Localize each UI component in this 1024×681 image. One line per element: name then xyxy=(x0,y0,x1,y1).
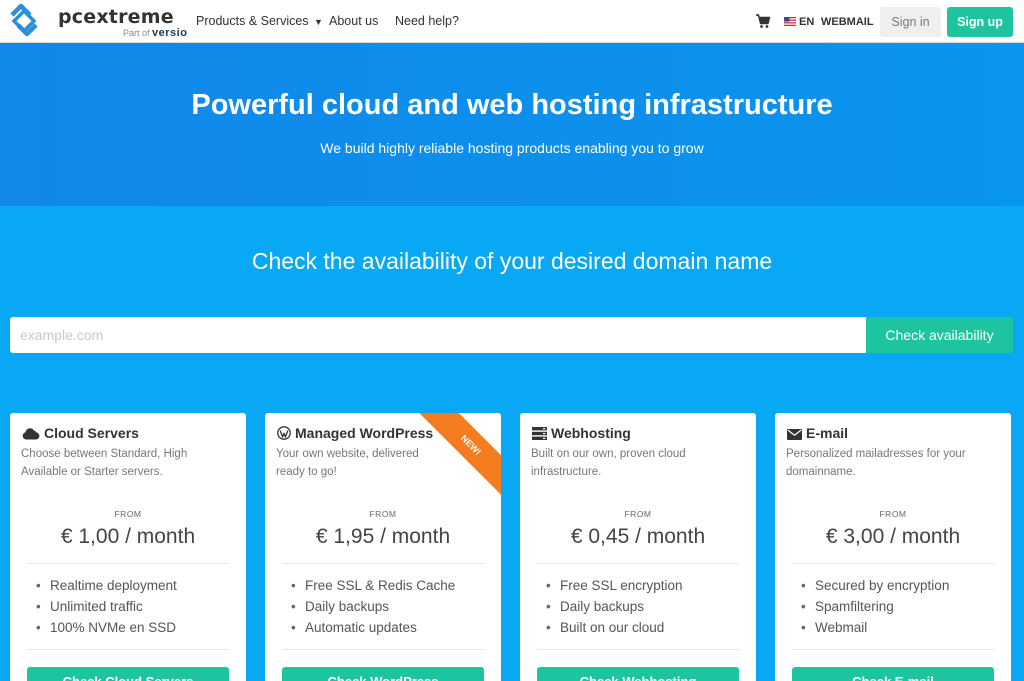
webmail-link[interactable]: WEBMAIL xyxy=(821,16,874,28)
us-flag-icon[interactable] xyxy=(784,17,796,26)
product-card-cloud-servers: Cloud Servers Choose between Standard, H… xyxy=(10,413,246,681)
product-card-email: E-mail Personalized mailadresses for you… xyxy=(775,413,1011,681)
check-webhosting-button[interactable]: Check Webhosting xyxy=(537,667,739,681)
product-card-managed-wordpress: NEW! Managed WordPress Your own website,… xyxy=(265,413,501,681)
price-period: / month xyxy=(635,525,706,548)
server-icon xyxy=(532,427,547,440)
top-navigation-bar: pcextreme Part of versio Products & Serv… xyxy=(0,0,1024,43)
check-cloud-servers-button[interactable]: Check Cloud Servers xyxy=(27,667,229,681)
check-availability-button[interactable]: Check availability xyxy=(866,317,1013,353)
price: € 1,95 / month xyxy=(265,525,501,549)
card-title-text: Webhosting xyxy=(551,425,631,441)
feature-list: Secured by encryption Spamfiltering Webm… xyxy=(801,575,949,638)
feature-item: Realtime deployment xyxy=(36,575,177,596)
hero-title: Powerful cloud and web hosting infrastru… xyxy=(191,89,833,121)
price-period: / month xyxy=(890,525,961,548)
feature-item: Unlimited traffic xyxy=(36,596,177,617)
price-amount: € 3,00 xyxy=(825,525,885,548)
feature-list: Free SSL & Redis Cache Daily backups Aut… xyxy=(291,575,455,638)
price-period: / month xyxy=(125,525,196,548)
hero-subtitle: We build highly reliable hosting product… xyxy=(320,140,704,156)
nav-products-services[interactable]: Products & Services ▼ xyxy=(196,14,323,28)
brand-name[interactable]: pcextreme xyxy=(58,6,174,28)
sign-up-button[interactable]: Sign up xyxy=(947,7,1013,37)
card-title: Webhosting xyxy=(532,425,631,441)
card-title-text: E-mail xyxy=(806,425,849,441)
shopping-cart-icon[interactable] xyxy=(755,13,771,29)
card-title: E-mail xyxy=(787,425,848,441)
price: € 3,00 / month xyxy=(775,525,1011,549)
envelope-icon xyxy=(787,429,802,440)
chevron-down-icon: ▼ xyxy=(314,17,323,27)
hero-banner: Powerful cloud and web hosting infrastru… xyxy=(0,43,1024,206)
brand-sub-prefix: Part of xyxy=(123,28,150,38)
divider xyxy=(27,649,229,650)
wordpress-icon xyxy=(277,426,291,440)
domain-search-input[interactable] xyxy=(10,317,866,353)
price-from-label: FROM xyxy=(114,509,142,519)
card-description: Your own website, delivered ready to go! xyxy=(276,448,419,478)
price-from-label: FROM xyxy=(879,509,907,519)
price-from-label: FROM xyxy=(369,509,397,519)
card-description: Built on our own, proven cloud infrastru… xyxy=(531,448,686,478)
feature-item: Secured by encryption xyxy=(801,575,949,596)
feature-item: Spamfiltering xyxy=(801,596,949,617)
divider xyxy=(282,563,484,564)
feature-item: Daily backups xyxy=(291,596,455,617)
card-title: Cloud Servers xyxy=(22,425,139,441)
divider xyxy=(792,649,994,650)
feature-item: Webmail xyxy=(801,617,949,638)
divider xyxy=(537,563,739,564)
feature-list: Free SSL encryption Daily backups Built … xyxy=(546,575,683,638)
card-description: Personalized mailadresses for your domai… xyxy=(786,448,966,478)
domain-search-title: Check the availability of your desired d… xyxy=(251,248,773,274)
card-title-text: Cloud Servers xyxy=(44,425,139,441)
divider xyxy=(792,563,994,564)
check-wordpress-button[interactable]: Check WordPress xyxy=(282,667,484,681)
cloud-icon xyxy=(22,428,40,440)
feature-item: Free SSL encryption xyxy=(546,575,683,596)
check-email-button[interactable]: Check E-mail xyxy=(792,667,994,681)
product-card-webhosting: Webhosting Built on our own, proven clou… xyxy=(520,413,756,681)
price-from-label: FROM xyxy=(624,509,652,519)
brand-parent-name: versio xyxy=(152,27,188,39)
divider xyxy=(27,563,229,564)
price: € 0,45 / month xyxy=(520,525,756,549)
language-selector[interactable]: EN xyxy=(799,16,814,28)
card-description: Choose between Standard, High Available … xyxy=(21,448,188,478)
nav-products-services-label: Products & Services xyxy=(196,14,309,28)
feature-item: Free SSL & Redis Cache xyxy=(291,575,455,596)
card-title-text: Managed WordPress xyxy=(295,425,434,441)
divider xyxy=(537,649,739,650)
feature-item: 100% NVMe en SSD xyxy=(36,617,177,638)
price-amount: € 1,95 xyxy=(315,525,375,548)
sign-in-button[interactable]: Sign in xyxy=(880,7,941,37)
card-title: Managed WordPress xyxy=(277,425,433,441)
feature-list: Realtime deployment Unlimited traffic 10… xyxy=(36,575,177,638)
feature-item: Automatic updates xyxy=(291,617,455,638)
price-amount: € 1,00 xyxy=(60,525,120,548)
nav-about-us[interactable]: About us xyxy=(329,14,378,28)
pcextreme-logo-icon[interactable] xyxy=(8,4,40,36)
divider xyxy=(282,649,484,650)
brand-subtitle: Part of versio xyxy=(123,27,187,39)
price-period: / month xyxy=(380,525,451,548)
price: € 1,00 / month xyxy=(10,525,246,549)
feature-item: Built on our cloud xyxy=(546,617,683,638)
feature-item: Daily backups xyxy=(546,596,683,617)
price-amount: € 0,45 xyxy=(570,525,630,548)
nav-need-help[interactable]: Need help? xyxy=(395,14,459,28)
